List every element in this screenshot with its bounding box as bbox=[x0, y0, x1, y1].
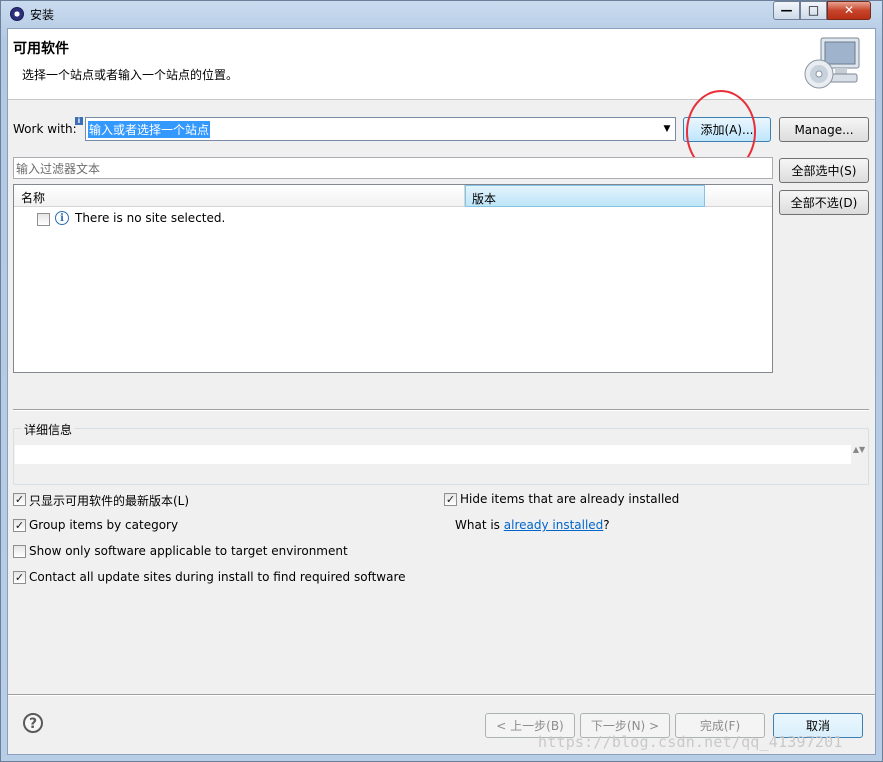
page-description: 选择一个站点或者输入一个站点的位置。 bbox=[22, 68, 239, 82]
column-header-name[interactable]: 名称 bbox=[14, 185, 465, 207]
minimize-button[interactable]: — bbox=[773, 1, 800, 20]
chevron-down-icon[interactable]: ▼ bbox=[660, 121, 674, 137]
dialog-header bbox=[8, 29, 875, 100]
divider bbox=[8, 694, 875, 696]
hide-installed-label[interactable]: Hide items that are already installed bbox=[460, 492, 679, 506]
table-row[interactable]: There is no site selected. bbox=[75, 211, 225, 225]
title-bar[interactable] bbox=[0, 0, 883, 28]
help-icon[interactable]: ? bbox=[23, 713, 43, 733]
manage-button[interactable]: Manage... bbox=[779, 117, 869, 142]
group-by-category-label[interactable]: Group items by category bbox=[29, 518, 178, 532]
latest-version-label[interactable]: 只显示可用软件的最新版本(L) bbox=[29, 492, 189, 509]
close-button[interactable]: ✕ bbox=[827, 1, 871, 20]
close-icon: ✕ bbox=[843, 3, 855, 17]
select-all-button[interactable]: 全部选中(S) bbox=[779, 158, 869, 183]
filter-placeholder[interactable]: 输入过滤器文本 bbox=[16, 160, 100, 177]
page-title: 可用软件 bbox=[13, 41, 69, 57]
target-environment-checkbox[interactable] bbox=[13, 545, 26, 558]
info-icon: i bbox=[55, 211, 69, 225]
site-combo-value[interactable]: 输入或者选择一个站点 bbox=[88, 121, 211, 138]
contact-update-sites-label[interactable]: Contact all update sites during install … bbox=[29, 570, 406, 584]
contact-update-sites-checkbox[interactable]: ✓ bbox=[13, 571, 26, 584]
maximize-icon: □ bbox=[807, 3, 820, 17]
details-text-area[interactable] bbox=[15, 445, 851, 464]
window-title: 安装 bbox=[30, 8, 55, 22]
info-icon: i bbox=[75, 117, 83, 125]
eclipse-icon bbox=[10, 7, 24, 21]
latest-version-checkbox[interactable]: ✓ bbox=[13, 493, 26, 506]
work-with-label: Work with: bbox=[13, 122, 77, 136]
hide-installed-checkbox[interactable]: ✓ bbox=[444, 493, 457, 506]
details-label: 详细信息 bbox=[22, 421, 75, 438]
column-header-filler bbox=[705, 185, 772, 207]
watermark: https://blog.csdn.net/qq_41397201 bbox=[538, 733, 843, 751]
minimize-icon: — bbox=[780, 3, 793, 17]
already-installed-link[interactable]: already installed bbox=[504, 518, 604, 532]
install-cd-icon bbox=[804, 37, 860, 89]
divider bbox=[13, 409, 869, 411]
maximize-button[interactable]: □ bbox=[800, 1, 827, 20]
already-installed-text: What is already installed? bbox=[455, 518, 610, 532]
column-header-version[interactable]: 版本 bbox=[465, 185, 705, 207]
group-by-category-checkbox[interactable]: ✓ bbox=[13, 519, 26, 532]
table-row-checkbox[interactable] bbox=[37, 213, 50, 226]
already-installed-prefix: What is bbox=[455, 518, 504, 532]
scroll-arrows-icon[interactable]: ▲▼ bbox=[852, 445, 866, 464]
already-installed-suffix: ? bbox=[603, 518, 610, 532]
filter-input[interactable] bbox=[13, 157, 773, 179]
deselect-all-button[interactable]: 全部不选(D) bbox=[779, 190, 869, 215]
target-environment-label[interactable]: Show only software applicable to target … bbox=[29, 544, 348, 558]
